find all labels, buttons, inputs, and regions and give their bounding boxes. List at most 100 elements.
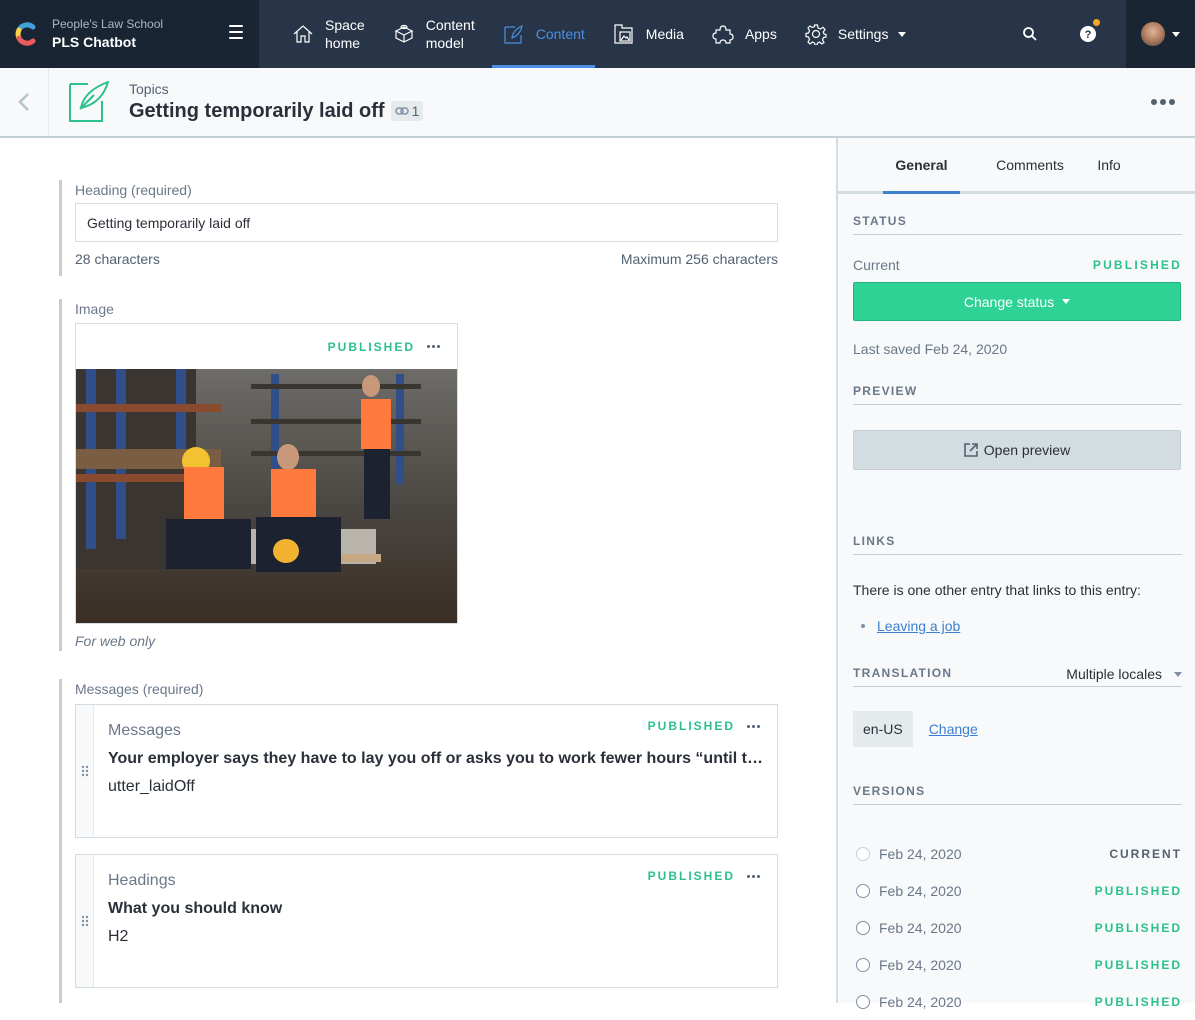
svg-text:?: ? (1085, 29, 1092, 41)
reference-actions-button[interactable] (747, 724, 760, 728)
incoming-links-badge[interactable]: 1 (390, 101, 424, 121)
version-radio[interactable] (856, 957, 870, 972)
change-status-button[interactable]: Change status (853, 282, 1181, 321)
asset-actions-button[interactable] (427, 345, 440, 348)
page-title: Getting temporarily laid off (129, 100, 385, 122)
drag-handle-icon[interactable] (76, 855, 94, 987)
back-button[interactable] (0, 68, 49, 136)
incoming-link[interactable]: Leaving a job (877, 618, 960, 634)
chevron-down-icon (898, 31, 907, 37)
nav-item-content[interactable]: Content (491, 0, 595, 68)
version-date: Feb 24, 2020 (879, 993, 962, 1010)
drag-handle-icon[interactable] (76, 705, 94, 837)
entry-type-icon (69, 81, 110, 122)
menu-icon[interactable] (229, 25, 243, 39)
tab-info[interactable]: Info (1084, 138, 1134, 191)
version-row: Feb 24, 2020 CURRENT (853, 835, 1182, 872)
status-section-title: STATUS (853, 214, 1182, 235)
nav-item-media[interactable]: Media (602, 0, 694, 68)
nav-label: Content (535, 26, 585, 42)
chevron-down-icon (1062, 299, 1071, 304)
content-type-label: Topics (129, 81, 169, 97)
open-preview-button[interactable]: Open preview (853, 430, 1181, 470)
media-icon (612, 22, 636, 46)
tab-comments[interactable]: Comments (990, 138, 1070, 191)
section-title: LINKS (853, 534, 896, 548)
version-status: CURRENT (1109, 846, 1182, 861)
reference-card[interactable]: Messages Your employer says they have to… (75, 704, 778, 838)
bullet-icon (861, 624, 865, 628)
space-switcher[interactable]: People's Law School PLS Chatbot (0, 0, 259, 68)
button-label: Open preview (983, 442, 1071, 458)
more-actions-button[interactable] (1151, 99, 1175, 105)
apps-icon (711, 22, 735, 46)
incoming-links-count: 1 (411, 103, 420, 119)
image-field: Image PUBLISHED For web only (59, 299, 458, 651)
locale-pill: en-US (853, 711, 913, 747)
nav-label: Content model (425, 17, 475, 51)
chevron-down-icon (1172, 31, 1180, 37)
asset-thumbnail (76, 369, 457, 623)
nav-label: Space home (325, 17, 365, 51)
versions-section-title: VERSIONS (853, 784, 1182, 805)
section-title: STATUS (853, 214, 908, 228)
messages-field: Messages (required) Messages Your employ… (59, 679, 778, 1003)
version-radio[interactable] (856, 883, 870, 898)
status-badge: PUBLISHED (647, 719, 735, 733)
character-count: 28 characters (75, 251, 160, 267)
main-nav: Space home Content model Content Media A… (281, 0, 923, 68)
top-navigation-bar: People's Law School PLS Chatbot Space ho… (0, 0, 1195, 68)
nav-label: Apps (744, 26, 777, 42)
version-row: Feb 24, 2020 PUBLISHED (853, 983, 1182, 1020)
list-item: Leaving a job (861, 618, 1182, 634)
change-locale-link[interactable]: Change (929, 721, 978, 737)
version-row: Feb 24, 2020 PUBLISHED (853, 946, 1182, 983)
more-icon (747, 724, 750, 728)
help-icon: ? (1080, 26, 1096, 42)
version-radio[interactable] (856, 920, 870, 935)
version-status: PUBLISHED (1094, 994, 1182, 1009)
section-title: PREVIEW (853, 384, 918, 398)
heading-field: Heading (required) Getting temporarily l… (59, 180, 778, 276)
reference-title: What you should know (108, 900, 283, 917)
version-radio[interactable] (856, 994, 870, 1009)
account-menu[interactable] (1126, 0, 1195, 68)
notification-dot (1093, 19, 1100, 26)
nav-item-settings[interactable]: Settings (794, 0, 917, 68)
nav-label: Media (645, 26, 684, 42)
help-button[interactable]: ? (1059, 0, 1117, 68)
links-section-title: LINKS (853, 534, 1182, 555)
button-label: Change status (963, 293, 1055, 310)
section-title: VERSIONS (853, 784, 926, 798)
locale-mode-select[interactable]: Multiple locales (1066, 666, 1182, 682)
nav-item-apps[interactable]: Apps (701, 0, 787, 68)
version-radio[interactable] (856, 846, 870, 861)
reference-title: Your employer says they have to lay you … (108, 750, 763, 767)
entry-header: Topics Getting temporarily laid off 1 (0, 68, 1195, 138)
locale-mode-value: Multiple locales (1066, 666, 1162, 682)
translation-section-title: TRANSLATION Multiple locales (853, 666, 1182, 687)
reference-actions-button[interactable] (747, 874, 760, 878)
heading-input[interactable]: Getting temporarily laid off (75, 203, 778, 242)
reference-card[interactable]: Headings What you should know H2 PUBLISH… (75, 854, 778, 988)
field-label: Messages (required) (75, 681, 204, 697)
nav-item-space-home[interactable]: Space home (281, 0, 375, 68)
links-description: There is one other entry that links to t… (853, 582, 1141, 598)
content-model-icon (392, 22, 416, 46)
tab-general[interactable]: General (883, 138, 960, 194)
preview-section-title: PREVIEW (853, 384, 1182, 405)
entry-editor: Heading (required) Getting temporarily l… (0, 138, 836, 1003)
status-badge: PUBLISHED (327, 339, 415, 354)
contentful-logo-icon (15, 22, 36, 46)
asset-card[interactable]: PUBLISHED (75, 323, 458, 624)
search-icon (1023, 27, 1037, 41)
search-button[interactable] (1001, 0, 1059, 68)
incoming-links-list: Leaving a job (853, 618, 1182, 634)
nav-item-content-model[interactable]: Content model (382, 0, 485, 68)
space-name: PLS Chatbot (52, 34, 136, 50)
chevron-down-icon (1174, 671, 1182, 677)
nav-label: Settings (837, 26, 889, 42)
version-row: Feb 24, 2020 PUBLISHED (853, 909, 1182, 946)
last-saved-text: Last saved Feb 24, 2020 (853, 341, 1008, 357)
home-icon (291, 22, 315, 46)
